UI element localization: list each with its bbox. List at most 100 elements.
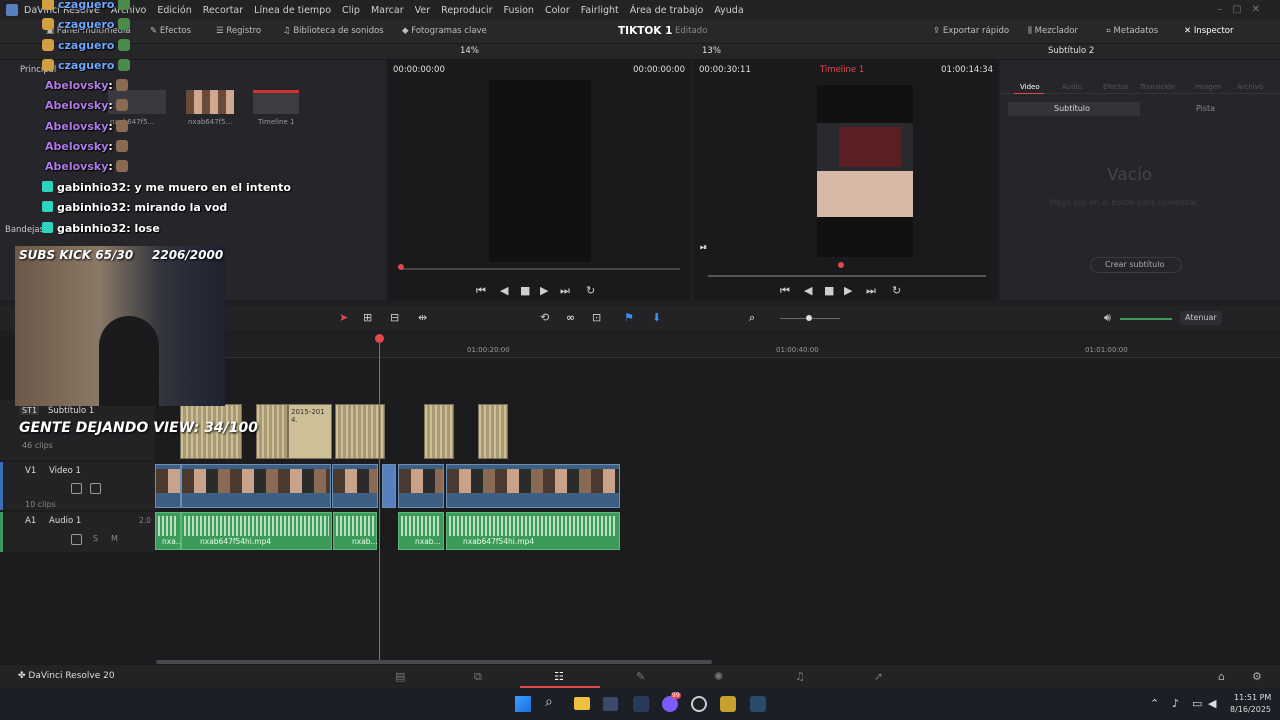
play-icon[interactable]: ▶ [540, 285, 548, 296]
tab-transicion[interactable]: Transición [1140, 83, 1175, 91]
app-icon[interactable] [750, 696, 766, 712]
volume-tray-icon[interactable]: ◀︎ [1208, 698, 1216, 709]
settings-icon[interactable]: ⚙ [1252, 671, 1262, 682]
subtitle-clip[interactable] [478, 404, 508, 459]
zoom-slider-knob[interactable] [806, 315, 812, 321]
zoom-icon[interactable]: ⌕ [749, 312, 755, 323]
video-clip[interactable] [181, 464, 331, 508]
volume-icon[interactable]: 🔊︎ [1104, 312, 1111, 323]
media-page-icon[interactable]: ▤ [395, 671, 405, 682]
file-explorer-icon[interactable] [574, 697, 590, 710]
link-icon[interactable]: ∞ [566, 312, 575, 323]
subtab-subtitulo[interactable]: Subtítulo [1008, 102, 1140, 116]
video-clip[interactable] [332, 464, 378, 508]
clock-time[interactable]: 11:51 PM [1234, 693, 1271, 702]
menu-marcar[interactable]: Marcar [371, 5, 404, 16]
menu-reproducir[interactable]: Reproducir [441, 5, 492, 16]
video-clip[interactable] [155, 464, 181, 508]
marker-icon[interactable]: ⬇ [652, 312, 661, 323]
audio-clip[interactable]: nxab... [398, 512, 444, 550]
menu-fairlight[interactable]: Fairlight [581, 5, 619, 16]
attenuate-button[interactable]: Atenuar [1180, 311, 1222, 325]
tab-efectos[interactable]: Efectos [1103, 83, 1129, 91]
menu-ver[interactable]: Ver [415, 5, 431, 16]
video-clip[interactable] [398, 464, 444, 508]
inspector-button[interactable]: ✕ Inspector [1184, 26, 1233, 36]
timeline-scrubber[interactable] [708, 275, 986, 277]
microphone-icon[interactable]: ♪ [1172, 698, 1179, 709]
menu-area-de-trabajo[interactable]: Área de trabajo [630, 5, 704, 16]
skip-end-icon[interactable]: ⏭ [866, 285, 876, 296]
cut-page-icon[interactable]: ⧉ [474, 671, 482, 682]
timeline-scrub-playhead[interactable] [838, 262, 844, 268]
track-name[interactable]: Video 1 [49, 466, 81, 476]
timeline-name-dropdown[interactable]: Timeline 1 [820, 65, 864, 75]
step-back-icon[interactable]: ◀ [804, 285, 812, 296]
subtab-pista[interactable]: Pista [1196, 104, 1215, 113]
source-scrubber[interactable] [400, 268, 680, 270]
video-clip[interactable] [382, 464, 396, 508]
zoom-left-dropdown[interactable]: 14% [460, 46, 479, 56]
mixer-button[interactable]: ⫼ Mezclador [1028, 26, 1078, 36]
skip-end-icon[interactable]: ⏭ [560, 285, 570, 296]
metadata-button[interactable]: ⌗ Metadatos [1106, 26, 1158, 36]
mute-button[interactable]: M [111, 534, 118, 543]
fusion-page-icon[interactable]: ✎ [636, 671, 645, 682]
track-lock-icon[interactable] [71, 534, 82, 548]
snapping-icon[interactable]: ⟲ [540, 312, 549, 323]
step-back-icon[interactable]: ◀ [500, 285, 508, 296]
menu-fusion[interactable]: Fusion [504, 5, 534, 16]
audio-clip[interactable]: nxab... [333, 512, 378, 550]
color-page-icon[interactable]: ✺ [714, 671, 723, 682]
source-playhead[interactable] [398, 264, 404, 270]
solo-button[interactable]: S [93, 534, 98, 543]
davinci-taskbar-icon[interactable] [633, 696, 649, 712]
store-icon[interactable] [603, 697, 618, 711]
trim-tool-icon[interactable]: ⊞ [363, 312, 372, 323]
tab-archivo[interactable]: Archivo [1237, 83, 1263, 91]
stop-icon[interactable]: ■ [824, 285, 834, 296]
tray-chevron-icon[interactable]: ⌃ [1150, 698, 1159, 709]
tab-imagen[interactable]: Imagen [1195, 83, 1221, 91]
tab-video[interactable]: Video [1020, 83, 1040, 91]
subtitle-clip[interactable]: 2015-201 4. [288, 404, 332, 459]
volume-slider[interactable] [1120, 318, 1172, 320]
skip-start-icon[interactable]: ⏮ [476, 285, 486, 296]
menu-clip[interactable]: Clip [342, 5, 360, 16]
track-name[interactable]: Subtítulo 1 [48, 406, 94, 416]
deliver-page-icon[interactable]: ➚ [874, 671, 883, 682]
zoom-right-dropdown[interactable]: 13% [702, 46, 721, 56]
window-controls[interactable]: –▢✕ [1217, 4, 1270, 15]
track-lock-icon[interactable] [71, 483, 82, 497]
search-icon[interactable]: ⌕ [545, 695, 553, 709]
keyframes-button[interactable]: ◆ Fotogramas clave [402, 26, 487, 36]
app-icon[interactable] [720, 696, 736, 712]
skip-start-icon[interactable]: ⏮ [780, 285, 790, 296]
play-icon[interactable]: ▶ [844, 285, 852, 296]
audio-clip[interactable]: nxab647f54hi.mp4 [181, 512, 332, 550]
subtitle-clip[interactable] [335, 404, 385, 459]
loop-icon[interactable]: ↻ [892, 285, 901, 296]
dynamic-trim-icon[interactable]: ⊟ [390, 312, 399, 323]
edit-page-icon[interactable]: ☷ [554, 671, 564, 682]
create-subtitle-button[interactable]: Crear subtítulo [1090, 257, 1182, 273]
tab-audio[interactable]: Audio [1062, 83, 1082, 91]
home-icon[interactable]: ⌂ [1218, 671, 1225, 682]
stop-icon[interactable]: ■ [520, 285, 530, 296]
track-enable-icon[interactable] [90, 483, 101, 497]
network-icon[interactable]: ▭ [1192, 698, 1202, 709]
audio-clip[interactable]: nxab647f54hi.mp4 [446, 512, 620, 550]
video-clip[interactable] [446, 464, 620, 508]
loop-icon[interactable]: ↻ [586, 285, 595, 296]
fairlight-page-icon[interactable]: ♫ [795, 671, 805, 682]
quick-export-button[interactable]: ⇪ Exportar rápido [933, 26, 1009, 36]
clock-date[interactable]: 8/16/2025 [1230, 705, 1271, 714]
selection-tool-icon[interactable]: ➤ [339, 312, 348, 323]
obs-icon[interactable] [691, 696, 707, 712]
audio-clip[interactable]: nxa... [155, 512, 183, 550]
blade-tool-icon[interactable]: ⇹ [418, 312, 427, 323]
menu-color[interactable]: Color [545, 5, 570, 16]
start-icon[interactable] [515, 696, 531, 712]
menu-ayuda[interactable]: Ayuda [714, 5, 743, 16]
subtitle-clip[interactable] [424, 404, 454, 459]
